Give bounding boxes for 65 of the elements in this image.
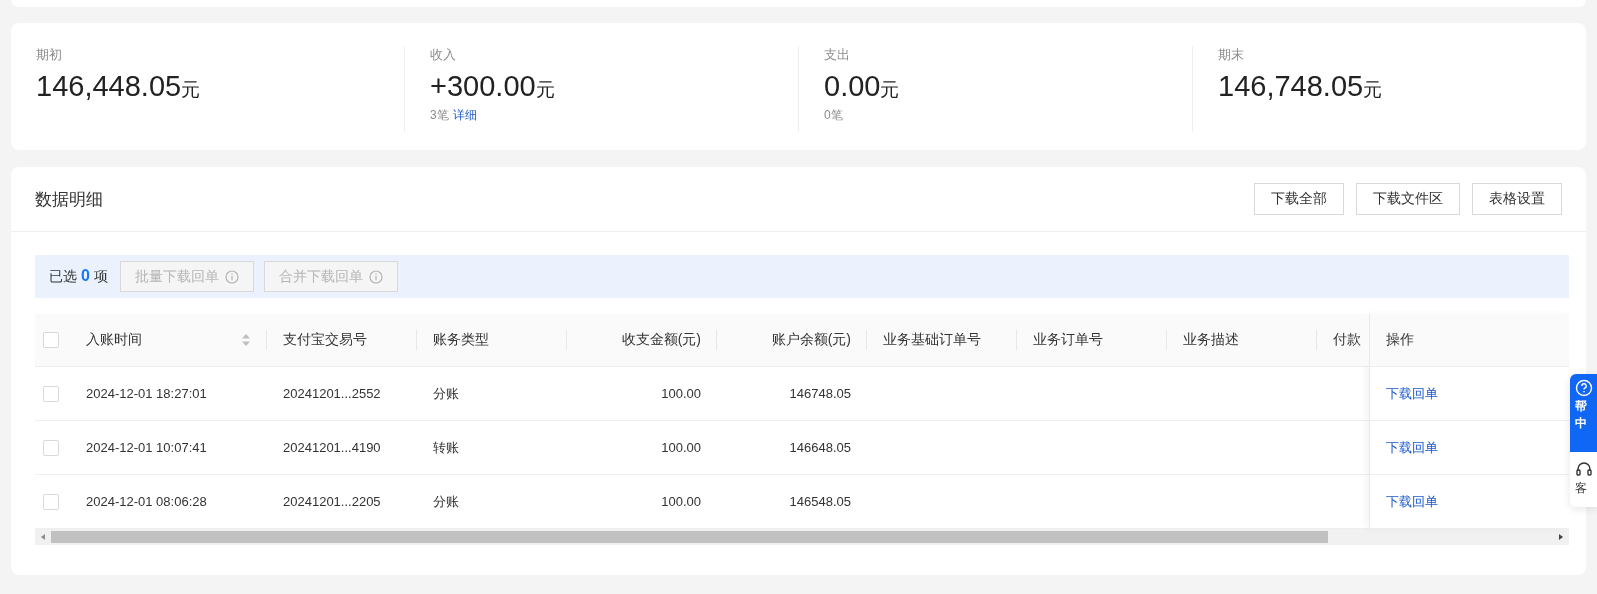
- download-receipt-link[interactable]: 下载回单: [1386, 384, 1439, 403]
- help-label: 帮: [1575, 398, 1587, 414]
- currency-unit: 元: [181, 78, 201, 102]
- summary-amount: +300.00: [430, 70, 536, 103]
- customer-service-button[interactable]: 客: [1570, 452, 1597, 507]
- currency-unit: 元: [880, 79, 900, 102]
- headset-icon: [1575, 460, 1593, 478]
- table-cell: 20241201...2205: [283, 494, 381, 509]
- summary-amount: 0.00: [824, 70, 881, 103]
- table-cell: 2024-12-01 08:06:28: [86, 494, 207, 509]
- table-cell: 100.00: [661, 386, 701, 401]
- row-checkbox[interactable]: [43, 385, 59, 402]
- info-icon: [224, 269, 239, 284]
- column-header: 入账时间: [86, 331, 142, 349]
- horizontal-scrollbar[interactable]: [35, 529, 1569, 545]
- table-cell: 146548.05: [789, 494, 851, 509]
- toolbar-button[interactable]: 下载文件区: [1356, 183, 1460, 215]
- column-header: 账户余额(元): [771, 331, 851, 349]
- table-cell: 100.00: [661, 440, 701, 455]
- download-receipt-link[interactable]: 下载回单: [1386, 492, 1439, 511]
- transaction-count: 0笔: [824, 107, 843, 124]
- table-cell: 146648.05: [789, 440, 851, 455]
- table-cell: 2024-12-01 10:07:41: [86, 440, 207, 455]
- table-cell: 分账: [433, 384, 459, 403]
- row-checkbox[interactable]: [43, 493, 59, 510]
- column-header: 支付宝交易号: [283, 331, 367, 349]
- toolbar-button[interactable]: 下载全部: [1254, 183, 1344, 215]
- table-cell: 100.00: [661, 494, 701, 509]
- table-cell: 转账: [433, 438, 459, 457]
- scroll-left-icon[interactable]: [39, 533, 47, 541]
- detail-link[interactable]: 详细: [452, 107, 477, 124]
- help-center-button[interactable]: 帮 中: [1570, 374, 1597, 452]
- summary-amount: 146,748.05: [1218, 70, 1364, 103]
- summary-label: 期末: [1218, 46, 1245, 64]
- help-label: 中: [1575, 415, 1587, 431]
- column-header: 收支金额(元): [621, 331, 701, 349]
- service-label: 客: [1575, 480, 1587, 496]
- summary-label: 收入: [430, 46, 457, 64]
- transaction-count: 3笔: [430, 107, 449, 124]
- row-checkbox[interactable]: [43, 439, 59, 456]
- scroll-right-icon[interactable]: [1557, 533, 1565, 541]
- select-all-checkbox[interactable]: [43, 332, 59, 348]
- currency-unit: 元: [535, 78, 555, 102]
- sort-icon[interactable]: [241, 333, 251, 347]
- summary-amount: 146,448.05: [36, 70, 182, 103]
- currency-unit: 元: [1363, 78, 1383, 102]
- info-icon: [368, 269, 383, 284]
- summary-label: 期初: [36, 46, 63, 64]
- column-header: 付款: [1333, 331, 1361, 349]
- table-cell: 20241201...4190: [283, 440, 381, 455]
- column-header: 账务类型: [433, 331, 489, 349]
- summary-label: 支出: [824, 46, 851, 64]
- column-header: 操作: [1386, 331, 1415, 349]
- column-header: 业务订单号: [1033, 331, 1103, 349]
- section-title: 数据明细: [35, 188, 103, 211]
- table-cell: 146748.05: [789, 386, 851, 401]
- table-cell: 2024-12-01 18:27:01: [86, 386, 207, 401]
- help-icon: [1575, 379, 1593, 397]
- column-header: 业务描述: [1183, 331, 1239, 349]
- toolbar-button[interactable]: 表格设置: [1472, 183, 1562, 215]
- download-receipt-link[interactable]: 下载回单: [1386, 438, 1439, 457]
- selection-count: 已选 0 项: [49, 267, 108, 286]
- table-cell: 分账: [433, 492, 459, 511]
- column-header: 业务基础订单号: [883, 331, 981, 349]
- table-cell: 20241201...2552: [283, 386, 381, 401]
